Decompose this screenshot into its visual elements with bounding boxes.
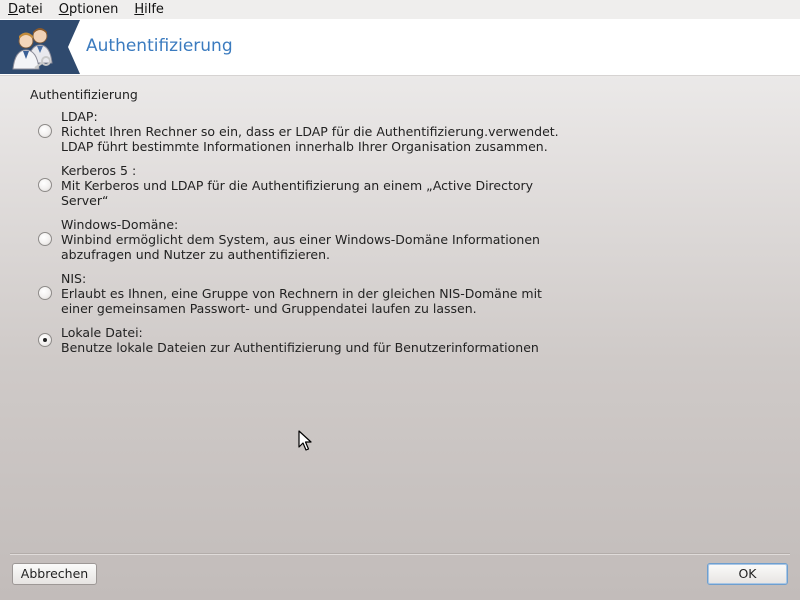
option-windows-domain-line-2: abzufragen und Nutzer zu authentifiziere… [61,247,330,262]
option-local-file-line-1: Benutze lokale Dateien zur Authentifizie… [61,340,539,355]
radio-nis[interactable] [38,286,52,300]
footer-separator [10,553,790,555]
option-ldap-line-1: Richtet Ihren Rechner so ein, dass er LD… [61,124,559,139]
option-local-file-text: Lokale Datei: Benutze lokale Dateien zur… [61,325,539,355]
option-kerberos-text: Kerberos 5 : Mit Kerberos und LDAP für d… [61,163,533,208]
menu-optionen-label: ptionen [68,2,119,17]
option-windows-domain-text: Windows-Domäne: Winbind ermöglicht dem S… [61,217,540,262]
menu-optionen-accel: O [58,2,69,17]
menu-optionen[interactable]: Optionen [51,0,127,19]
menu-hilfe[interactable]: Hilfe [126,0,172,19]
option-windows-domain-line-1: Winbind ermöglicht dem System, aus einer… [61,232,540,247]
radio-windows-domain[interactable] [38,232,52,246]
header-banner: Authentifizierung [0,19,800,76]
menubar: Datei Optionen Hilfe [0,0,800,19]
menu-hilfe-accel: H [134,2,145,17]
banner-notch [68,20,80,74]
cancel-button[interactable]: Abbrechen [12,563,97,585]
option-ldap-title: LDAP: [61,109,98,124]
radio-ldap[interactable] [38,124,52,138]
page-title: Authentifizierung [86,36,233,56]
option-nis-line-2: einer gemeinsamen Passwort- und Gruppend… [61,301,477,316]
mouse-pointer-icon [298,430,312,455]
ok-button[interactable]: OK [707,563,788,585]
option-ldap-text: LDAP: Richtet Ihren Rechner so ein, dass… [61,109,559,154]
option-kerberos-line-2: Server“ [61,193,109,208]
menu-datei-accel: D [8,2,19,17]
option-nis-line-1: Erlaubt es Ihnen, eine Gruppe von Rechne… [61,286,542,301]
option-nis-title: NIS: [61,271,87,286]
menu-datei[interactable]: Datei [0,0,51,19]
users-key-icon [0,20,68,74]
radio-kerberos[interactable] [38,178,52,192]
section-label: Authentifizierung [30,87,138,102]
menu-hilfe-label: ilfe [144,2,164,17]
option-local-file-title: Lokale Datei: [61,325,143,340]
option-ldap-line-2: LDAP führt bestimmte Informationen inner… [61,139,548,154]
option-nis-text: NIS: Erlaubt es Ihnen, eine Gruppe von R… [61,271,542,316]
option-kerberos-title: Kerberos 5 : [61,163,137,178]
radio-local-file[interactable] [38,333,52,347]
option-windows-domain-title: Windows-Domäne: [61,217,179,232]
option-kerberos-line-1: Mit Kerberos und LDAP für die Authentifi… [61,178,534,193]
menu-datei-label: atei [18,2,43,17]
